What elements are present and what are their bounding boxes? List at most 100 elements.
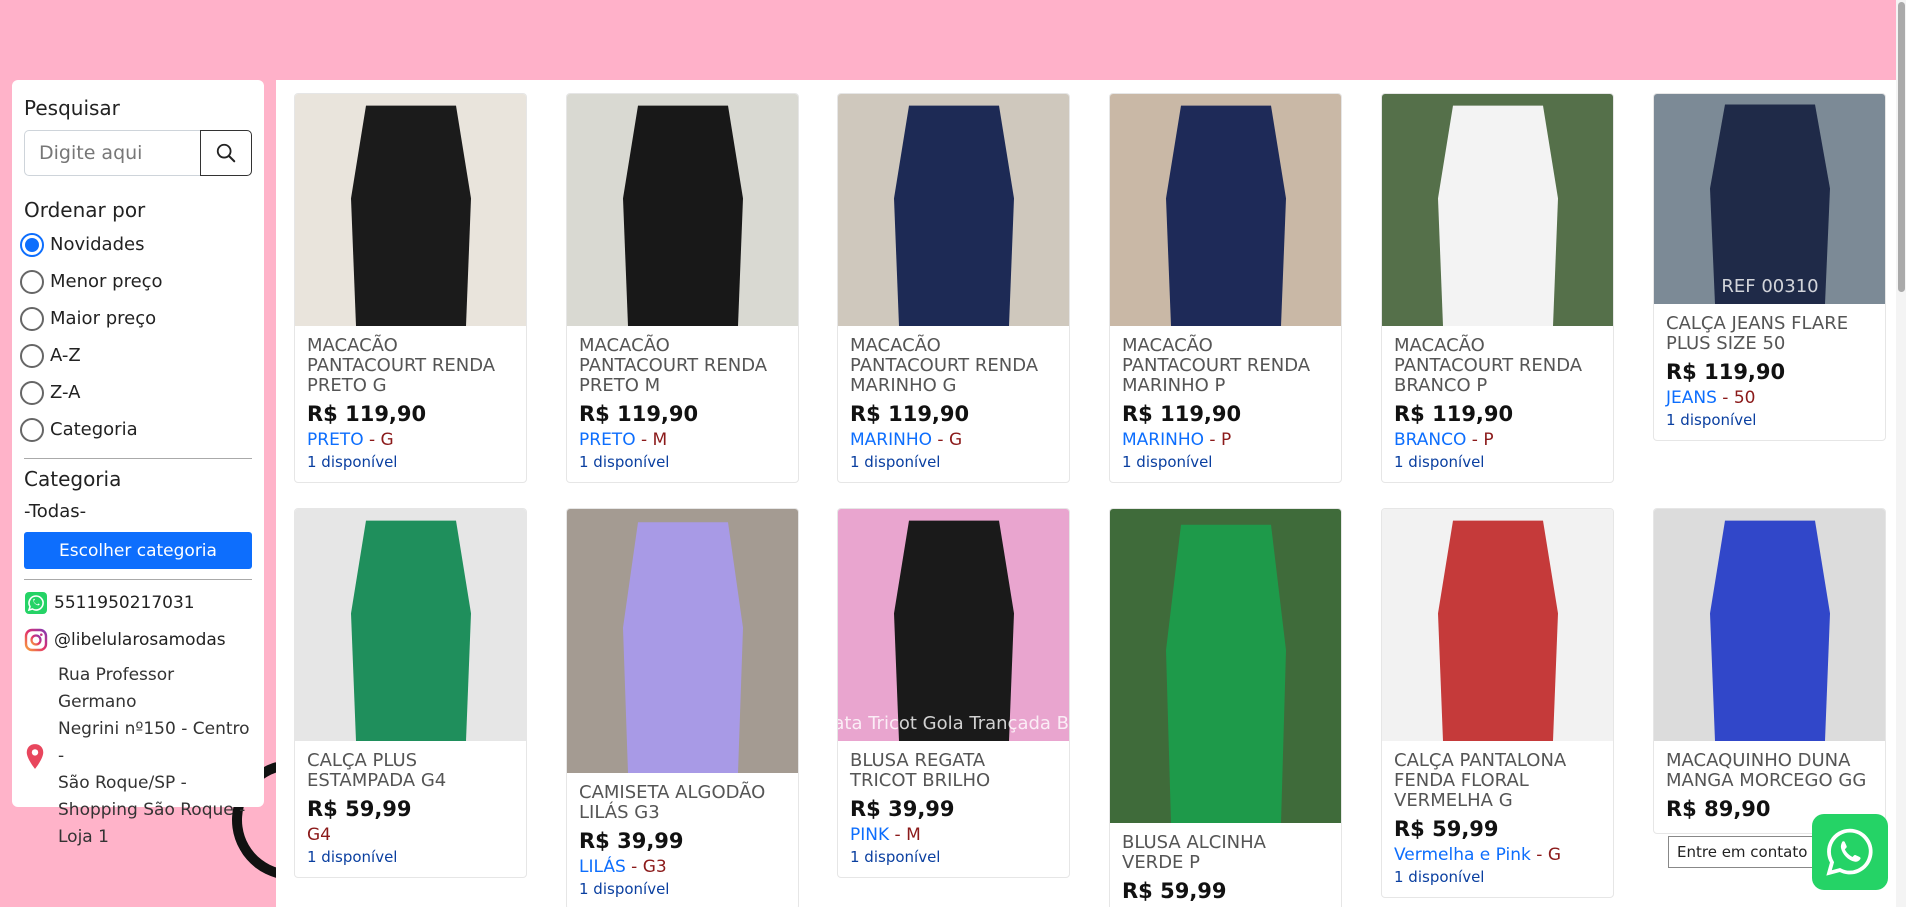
product-name[interactable]: CALÇA JEANS FLARE PLUS SIZE 50 [1666, 314, 1873, 354]
variant-color: MARINHO [1122, 430, 1205, 450]
product-variant: Vermelha e Pink - G [1394, 843, 1601, 867]
radio-button[interactable] [20, 380, 44, 405]
product-name[interactable]: CAMISETA ALGODÃO LILÁS G3 [579, 783, 786, 823]
product-card[interactable]: MACACÃO PANTACOURT RENDA BRANCO P R$ 119,… [1381, 93, 1614, 483]
product-card[interactable]: CALÇA PANTALONA FENDA FLORAL VERMELHA G R… [1381, 508, 1614, 898]
variant-separator: - [635, 430, 653, 450]
sort-option-label: Novidades [50, 234, 145, 255]
whatsapp-number: 5511950217031 [54, 592, 195, 613]
product-name[interactable]: CALÇA PANTALONA FENDA FLORAL VERMELHA G [1394, 751, 1601, 811]
product-image[interactable] [567, 509, 799, 773]
instagram-handle: @libelularosamodas [54, 629, 226, 650]
product-card[interactable]: Regata Tricot Gola Trançada Brilho BLUSA … [837, 508, 1070, 878]
whatsapp-icon [25, 591, 47, 614]
variant-color: PINK [850, 825, 890, 845]
search-button[interactable] [200, 130, 252, 176]
product-image[interactable] [1382, 94, 1614, 326]
product-name[interactable]: BLUSA REGATA TRICOT BRILHO [850, 751, 1057, 791]
product-card[interactable]: MACACÃO PANTACOURT RENDA PRETO G R$ 119,9… [294, 93, 527, 483]
product-price: R$ 39,99 [579, 829, 684, 853]
scrollbar[interactable] [1896, 0, 1906, 907]
product-name[interactable]: CALÇA PLUS ESTAMPADA G4 [307, 751, 514, 791]
address-line: São Roque/SP - [58, 773, 187, 793]
variant-separator: - [1204, 430, 1221, 450]
product-availability: 1 disponível [1666, 411, 1757, 429]
sort-option[interactable]: Categoria [20, 411, 252, 448]
variant-size: G4 [307, 825, 331, 845]
product-info: CALÇA PLUS ESTAMPADA G4 R$ 59,99 G4 1 dispo… [295, 741, 526, 877]
product-info: MACACÃO PANTACOURT RENDA PRETO G R$ 119,9… [295, 326, 526, 482]
store-address: Rua Professor Germano Negrini nº150 - Ce… [24, 662, 252, 851]
product-image[interactable] [1110, 94, 1342, 326]
radio-button[interactable] [20, 232, 44, 257]
product-card[interactable]: MACACÃO PANTACOURT RENDA PRETO M R$ 119,9… [566, 93, 799, 483]
search-input[interactable] [24, 130, 200, 176]
radio-button[interactable] [20, 417, 44, 442]
product-card[interactable]: CAMISETA ALGODÃO LILÁS G3 R$ 39,99 LILÁS -… [566, 508, 799, 907]
product-name[interactable]: MACACÃO PANTACOURT RENDA MARINHO P [1122, 336, 1329, 396]
product-card[interactable]: REF 00310 CALÇA JEANS FLARE PLUS SIZE 50 R… [1653, 93, 1886, 441]
radio-button[interactable] [20, 343, 44, 368]
instagram-contact[interactable]: @libelularosamodas [24, 621, 252, 658]
product-image[interactable] [1110, 509, 1342, 823]
product-variant: MARINHO - P [1122, 428, 1329, 452]
product-availability: 1 disponível [850, 848, 941, 866]
product-card[interactable]: MACACÃO PANTACOURT RENDA MARINHO G R$ 119… [837, 93, 1070, 483]
product-name[interactable]: BLUSA ALCINHA VERDE P [1122, 833, 1329, 873]
top-banner [0, 0, 1906, 80]
variant-separator: - [1716, 388, 1734, 408]
product-info: MACACÃO PANTACOURT RENDA MARINHO P R$ 119… [1110, 326, 1341, 482]
product-availability: 1 disponível [579, 880, 670, 898]
product-variant: PRETO - G [307, 428, 514, 452]
product-image[interactable] [838, 94, 1070, 326]
product-card[interactable]: MACAQUINHO DUNA MANGA MORCEGO GG R$ 89,90 [1653, 508, 1886, 834]
product-card[interactable]: CALÇA PLUS ESTAMPADA G4 R$ 59,99 G4 1 dispo… [294, 508, 527, 878]
divider [24, 579, 252, 580]
product-image[interactable] [1654, 509, 1886, 741]
product-image[interactable] [295, 94, 527, 326]
product-price: R$ 119,90 [1122, 402, 1242, 426]
product-availability: 1 disponível [1394, 453, 1485, 471]
product-image[interactable]: REF 00310 [1654, 94, 1886, 304]
product-price: R$ 119,90 [307, 402, 427, 426]
product-image[interactable]: Regata Tricot Gola Trançada Brilho [838, 509, 1070, 741]
variant-size: P [1483, 430, 1494, 450]
product-availability: 1 disponível [1122, 453, 1213, 471]
product-info: CALÇA JEANS FLARE PLUS SIZE 50 R$ 119,90 J… [1654, 304, 1885, 440]
variant-separator: - [932, 430, 949, 450]
sort-option[interactable]: Maior preço [20, 300, 252, 337]
product-name[interactable]: MACACÃO PANTACOURT RENDA PRETO G [307, 336, 514, 396]
sort-option-label: Menor preço [50, 271, 163, 292]
choose-category-button[interactable]: Escolher categoria [24, 532, 252, 569]
whatsapp-contact[interactable]: 5511950217031 [24, 584, 252, 621]
radio-button[interactable] [20, 306, 44, 331]
whatsapp-float-button[interactable] [1812, 814, 1888, 890]
product-name[interactable]: MACACÃO PANTACOURT RENDA BRANCO P [1394, 336, 1601, 396]
variant-color: MARINHO [850, 430, 933, 450]
product-variant: BRANCO - P [1394, 428, 1601, 452]
sort-option-label: Z-A [50, 382, 81, 403]
product-image[interactable] [1382, 509, 1614, 741]
product-variant: MARINHO - G [850, 428, 1057, 452]
sort-option[interactable]: A-Z [20, 337, 252, 374]
product-name[interactable]: MACACÃO PANTACOURT RENDA PRETO M [579, 336, 786, 396]
divider [24, 458, 252, 459]
scrollbar-thumb[interactable] [1898, 2, 1905, 292]
product-name[interactable]: MACAQUINHO DUNA MANGA MORCEGO GG [1666, 751, 1873, 791]
search-heading: Pesquisar [24, 96, 120, 120]
sort-option[interactable]: Menor preço [20, 263, 252, 300]
product-name[interactable]: MACACÃO PANTACOURT RENDA MARINHO G [850, 336, 1057, 396]
product-price: R$ 59,99 [1394, 817, 1499, 841]
product-image[interactable] [295, 509, 527, 741]
product-price: R$ 119,90 [1394, 402, 1514, 426]
instagram-icon [24, 628, 48, 651]
sort-option[interactable]: Z-A [20, 374, 252, 411]
sort-option[interactable]: Novidades [20, 226, 252, 263]
product-card[interactable]: MACACÃO PANTACOURT RENDA MARINHO P R$ 119… [1109, 93, 1342, 483]
product-card[interactable]: BLUSA ALCINHA VERDE P R$ 59,99 [1109, 508, 1342, 907]
radio-button[interactable] [20, 269, 44, 294]
sort-heading: Ordenar por [24, 198, 146, 222]
product-variant: JEANS - 50 [1666, 386, 1873, 410]
product-info: MACACÃO PANTACOURT RENDA BRANCO P R$ 119,… [1382, 326, 1613, 482]
product-image[interactable] [567, 94, 799, 326]
